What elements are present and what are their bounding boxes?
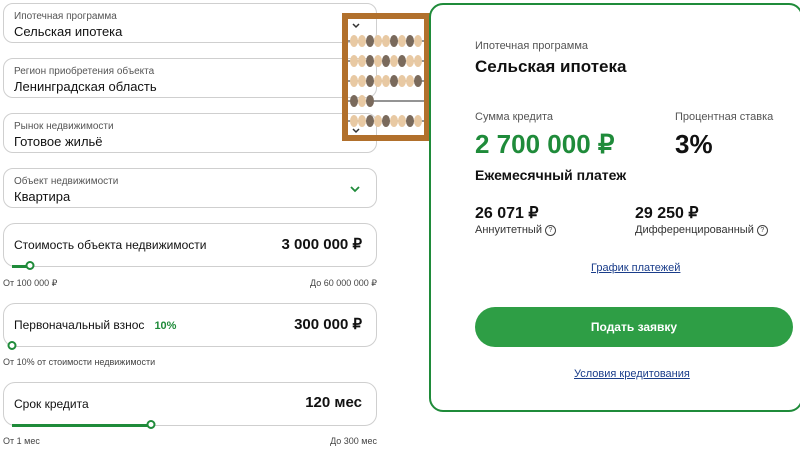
term-label: Срок кредита (14, 397, 89, 411)
terms-link[interactable]: Условия кредитования (574, 368, 690, 380)
down-label-text: Первоначальный взнос (14, 318, 145, 332)
term-slider-track[interactable] (12, 420, 368, 429)
diff-value: 29 250 ₽ (635, 205, 699, 222)
down-label: Первоначальный взнос 10% (14, 318, 176, 332)
term-min-hint: От 1 мес (3, 436, 40, 446)
program-value: Сельская ипотека (14, 24, 123, 39)
cost-min-hint: От 100 000 ₽ (3, 278, 58, 288)
region-label: Регион приобретения объекта (14, 66, 155, 77)
submit-button[interactable]: Подать заявку (475, 307, 793, 347)
cost-slider-thumb[interactable] (25, 261, 35, 270)
annuity-label-row: Аннуитетный? (475, 224, 556, 236)
down-slider-card: Первоначальный взнос 10% 300 000 ₽ (3, 303, 377, 350)
loan-amount-value: 2 700 000 ₽ (475, 129, 615, 159)
annuity-value: 26 071 ₽ (475, 205, 539, 222)
schedule-link[interactable]: График платежей (591, 262, 680, 274)
down-min-hint: От 10% от стоимости недвижимости (3, 357, 156, 367)
term-slider-thumb[interactable] (146, 420, 156, 429)
region-select[interactable]: Регион приобретения объекта Ленинградска… (3, 58, 377, 98)
result-program-value: Сельская ипотека (475, 57, 627, 76)
diff-label-row: Дифференцированный? (635, 224, 768, 236)
cost-label: Стоимость объекта недвижимости (14, 238, 207, 252)
help-icon[interactable]: ? (756, 225, 768, 236)
object-select[interactable]: Объект недвижимости Квартира (3, 168, 377, 208)
monthly-payment-title: Ежемесячный платеж (475, 167, 627, 183)
rate-value: 3% (675, 129, 713, 159)
cost-slider-track[interactable] (12, 261, 368, 270)
term-slider-card: Срок кредита 120 мес (3, 382, 377, 429)
cost-max-hint: До 60 000 000 ₽ (310, 278, 377, 288)
term-max-hint: До 300 мес (330, 436, 377, 446)
program-select[interactable]: Ипотечная программа Сельская ипотека (3, 3, 377, 43)
help-icon[interactable]: ? (544, 225, 556, 236)
annuity-label: Аннуитетный (475, 224, 542, 236)
term-slider-fill (12, 424, 151, 427)
down-value[interactable]: 300 000 ₽ (294, 315, 362, 333)
region-value: Ленинградская область (14, 79, 157, 94)
cost-value[interactable]: 3 000 000 ₽ (282, 235, 362, 253)
loan-amount-label: Сумма кредита (475, 111, 554, 123)
market-select[interactable]: Рынок недвижимости Готовое жильё (3, 113, 377, 153)
object-label: Объект недвижимости (14, 176, 119, 187)
down-percent: 10% (154, 320, 177, 332)
cost-slider-card: Стоимость объекта недвижимости 3 000 000… (3, 223, 377, 270)
diff-label: Дифференцированный (635, 224, 754, 236)
down-slider-thumb[interactable] (7, 341, 17, 350)
market-value: Готовое жильё (14, 134, 103, 149)
result-program-label: Ипотечная программа (475, 40, 589, 52)
rate-label: Процентная ставка (675, 111, 774, 123)
result-panel: Ипотечная программа Сельская ипотека Сум… (429, 3, 800, 412)
program-label: Ипотечная программа (14, 11, 117, 22)
object-value: Квартира (14, 189, 71, 204)
term-value[interactable]: 120 мес (305, 394, 362, 411)
market-label: Рынок недвижимости (14, 121, 114, 132)
down-slider-track[interactable] (7, 341, 368, 350)
chevron-down-icon[interactable] (348, 182, 362, 196)
abacus-icon (342, 13, 430, 141)
